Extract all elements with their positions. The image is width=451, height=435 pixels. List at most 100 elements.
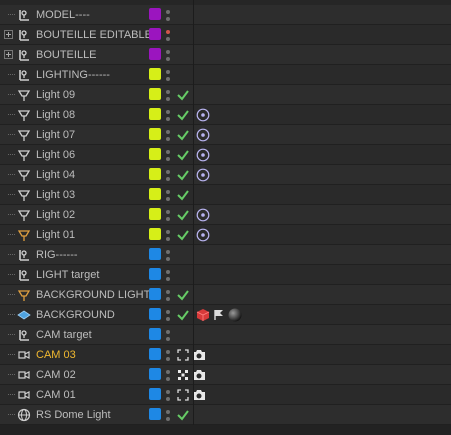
- frame-tag-icon[interactable]: [176, 388, 190, 402]
- editor-visibility-dot[interactable]: [166, 10, 170, 14]
- layer-color-swatch[interactable]: [149, 68, 161, 80]
- camera-tag-icon[interactable]: [192, 388, 206, 402]
- expand-toggle-icon[interactable]: [4, 30, 13, 39]
- object-name[interactable]: CAM target: [36, 328, 92, 342]
- editor-visibility-dot[interactable]: [166, 110, 170, 114]
- check-tag-icon[interactable]: [176, 188, 190, 202]
- check-tag-icon[interactable]: [176, 208, 190, 222]
- object-name[interactable]: LIGHTING------: [36, 68, 110, 82]
- object-row[interactable]: Light 04: [0, 165, 451, 185]
- check-tag-icon[interactable]: [176, 128, 190, 142]
- object-row[interactable]: Light 08: [0, 105, 451, 125]
- editor-visibility-dot[interactable]: [166, 290, 170, 294]
- object-row[interactable]: Light 07: [0, 125, 451, 145]
- render-visibility-dot[interactable]: [166, 197, 170, 201]
- layer-color-swatch[interactable]: [149, 28, 161, 40]
- object-row[interactable]: LIGHTING------: [0, 65, 451, 85]
- editor-visibility-dot[interactable]: [166, 190, 170, 194]
- render-visibility-dot[interactable]: [166, 217, 170, 221]
- horizontal-scrollbar[interactable]: [0, 425, 451, 435]
- check-tag-icon[interactable]: [176, 228, 190, 242]
- editor-visibility-dot[interactable]: [166, 170, 170, 174]
- render-visibility-dot[interactable]: [166, 377, 170, 381]
- layer-color-swatch[interactable]: [149, 228, 161, 240]
- editor-visibility-dot[interactable]: [166, 50, 170, 54]
- check-tag-icon[interactable]: [176, 168, 190, 182]
- layer-color-swatch[interactable]: [149, 288, 161, 300]
- layer-color-swatch[interactable]: [149, 368, 161, 380]
- object-name[interactable]: RIG------: [36, 248, 78, 262]
- layer-color-swatch[interactable]: [149, 188, 161, 200]
- layer-color-swatch[interactable]: [149, 128, 161, 140]
- flag-tag-icon[interactable]: [212, 308, 226, 322]
- object-name[interactable]: CAM 01: [36, 388, 76, 402]
- object-row[interactable]: CAM 03: [0, 345, 451, 365]
- target-tag-icon[interactable]: [196, 148, 210, 162]
- render-visibility-dot[interactable]: [166, 357, 170, 361]
- object-name[interactable]: CAM 03: [36, 348, 76, 362]
- layer-color-swatch[interactable]: [149, 108, 161, 120]
- layer-color-swatch[interactable]: [149, 348, 161, 360]
- layer-color-swatch[interactable]: [149, 388, 161, 400]
- object-row[interactable]: Light 03: [0, 185, 451, 205]
- render-visibility-dot[interactable]: [166, 17, 170, 21]
- object-row[interactable]: LIGHT target: [0, 265, 451, 285]
- check-tag-icon[interactable]: [176, 148, 190, 162]
- editor-visibility-dot[interactable]: [166, 390, 170, 394]
- object-name[interactable]: BOUTEILLE: [36, 48, 97, 62]
- object-row[interactable]: RIG------: [0, 245, 451, 265]
- editor-visibility-dot[interactable]: [166, 210, 170, 214]
- layer-color-swatch[interactable]: [149, 248, 161, 260]
- object-row[interactable]: MODEL----: [0, 5, 451, 25]
- object-name[interactable]: BOUTEILLE EDITABLE: [36, 28, 152, 42]
- render-visibility-dot[interactable]: [166, 277, 170, 281]
- layer-color-swatch[interactable]: [149, 308, 161, 320]
- object-name[interactable]: BACKGROUND: [36, 308, 115, 322]
- object-name[interactable]: Light 09: [36, 88, 75, 102]
- object-name[interactable]: Light 08: [36, 108, 75, 122]
- object-row[interactable]: BOUTEILLE: [0, 45, 451, 65]
- editor-visibility-dot[interactable]: [166, 310, 170, 314]
- object-name[interactable]: Light 04: [36, 168, 75, 182]
- layer-color-swatch[interactable]: [149, 88, 161, 100]
- object-row[interactable]: CAM target: [0, 325, 451, 345]
- check-tag-icon[interactable]: [176, 308, 190, 322]
- checker-tag-icon[interactable]: [176, 368, 190, 382]
- object-name[interactable]: RS Dome Light: [36, 408, 111, 422]
- layer-color-swatch[interactable]: [149, 168, 161, 180]
- editor-visibility-dot[interactable]: [166, 230, 170, 234]
- editor-visibility-dot[interactable]: [166, 270, 170, 274]
- editor-visibility-dot[interactable]: [166, 410, 170, 414]
- object-name[interactable]: Light 02: [36, 208, 75, 222]
- target-tag-icon[interactable]: [196, 168, 210, 182]
- object-row[interactable]: Light 01: [0, 225, 451, 245]
- layer-color-swatch[interactable]: [149, 48, 161, 60]
- check-tag-icon[interactable]: [176, 288, 190, 302]
- render-visibility-dot[interactable]: [166, 237, 170, 241]
- render-visibility-dot[interactable]: [166, 77, 170, 81]
- render-visibility-dot[interactable]: [166, 337, 170, 341]
- target-tag-icon[interactable]: [196, 228, 210, 242]
- editor-visibility-dot[interactable]: [166, 90, 170, 94]
- render-visibility-dot[interactable]: [166, 257, 170, 261]
- layer-color-swatch[interactable]: [149, 208, 161, 220]
- object-name[interactable]: Light 07: [36, 128, 75, 142]
- editor-visibility-dot[interactable]: [166, 250, 170, 254]
- material-tag-icon[interactable]: [228, 308, 242, 322]
- object-row[interactable]: BACKGROUND LIGHT: [0, 285, 451, 305]
- render-visibility-dot[interactable]: [166, 397, 170, 401]
- object-name[interactable]: MODEL----: [36, 8, 90, 22]
- object-row[interactable]: CAM 01: [0, 385, 451, 405]
- camera-tag-icon[interactable]: [192, 368, 206, 382]
- object-row[interactable]: Light 09: [0, 85, 451, 105]
- target-tag-icon[interactable]: [196, 108, 210, 122]
- render-visibility-dot[interactable]: [166, 297, 170, 301]
- object-row[interactable]: Light 06: [0, 145, 451, 165]
- render-visibility-dot[interactable]: [166, 317, 170, 321]
- render-visibility-dot[interactable]: [166, 417, 170, 421]
- check-tag-icon[interactable]: [176, 408, 190, 422]
- layer-color-swatch[interactable]: [149, 8, 161, 20]
- layer-color-swatch[interactable]: [149, 148, 161, 160]
- editor-visibility-dot[interactable]: [166, 130, 170, 134]
- editor-visibility-dot[interactable]: [166, 70, 170, 74]
